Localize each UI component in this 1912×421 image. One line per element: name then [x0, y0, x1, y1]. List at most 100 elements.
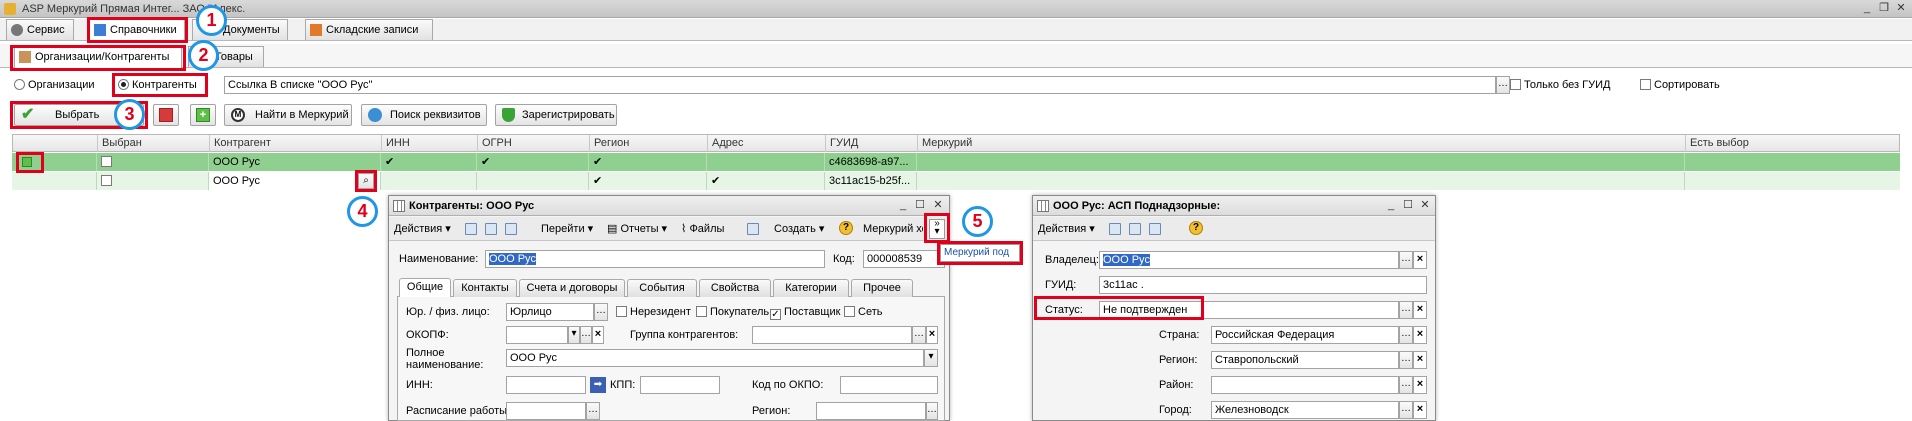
sort-checkbox[interactable]: Сортировать — [1640, 79, 1720, 91]
tab-service[interactable]: Сервис — [6, 19, 74, 40]
owner-input[interactable]: ООО Рус — [1099, 251, 1399, 269]
tab-general[interactable]: Общие — [399, 278, 451, 297]
remove-button[interactable] — [153, 104, 179, 126]
camera-icon[interactable] — [747, 223, 759, 235]
status-input[interactable]: Не подтвержден — [1099, 301, 1399, 319]
only-no-guid-checkbox[interactable]: Только без ГУИД — [1510, 79, 1610, 91]
tab-categories[interactable]: Категории — [773, 279, 849, 297]
guid-input[interactable]: 3c11ac . — [1099, 276, 1427, 294]
owner-select-button[interactable]: … — [1399, 251, 1413, 269]
region-input[interactable] — [816, 402, 926, 420]
table-row[interactable]: ООО Рус ✔ ✔ ✔ c4683698-a97... — [12, 153, 1900, 171]
col-mercury[interactable]: Меркурий — [917, 135, 1697, 152]
tab-accounts[interactable]: Счета и договоры — [519, 279, 625, 297]
reports-menu[interactable]: ▤ Отчеты ▾ — [607, 220, 667, 238]
asp-maximize-button[interactable]: ☐ — [1400, 198, 1416, 213]
copy-record-icon[interactable] — [505, 223, 517, 235]
name-input[interactable]: ООО Рус — [485, 250, 825, 268]
country-select-button[interactable]: … — [1399, 326, 1413, 344]
col-counterparty[interactable]: Контрагент — [209, 135, 381, 152]
actions-menu[interactable]: Действия ▾ — [394, 220, 451, 238]
find-details-button[interactable]: Поиск реквизитов — [361, 104, 487, 126]
asp-region-clear-button[interactable]: × — [1413, 351, 1427, 369]
window-maximize-button[interactable]: ☐ — [912, 198, 928, 213]
group-clear-button[interactable]: × — [926, 326, 938, 344]
district-clear-button[interactable]: × — [1413, 376, 1427, 394]
close-button[interactable]: ✕ — [1893, 1, 1909, 16]
city-input[interactable]: Железноводск — [1211, 401, 1399, 419]
radio-counterparties[interactable]: Контрагенты — [118, 79, 197, 91]
col-guid[interactable]: ГУИД — [825, 135, 917, 152]
filter-select-button[interactable]: … — [1496, 76, 1510, 94]
goto-menu[interactable]: Перейти ▾ — [541, 220, 593, 238]
district-select-button[interactable]: … — [1399, 376, 1413, 394]
code-input[interactable]: 000008539 — [863, 250, 945, 268]
radio-organizations[interactable]: Организации — [14, 79, 95, 91]
asp-actions-menu[interactable]: Действия ▾ — [1038, 220, 1095, 238]
help-icon[interactable]: ? — [839, 221, 853, 235]
schedule-input[interactable] — [506, 402, 586, 420]
minimize-button[interactable]: _ — [1859, 1, 1875, 16]
legal-type-input[interactable]: Юрлицо — [506, 303, 594, 321]
table-row[interactable]: ООО Рус ✔ ✔ 3c11ac15-b25f... — [12, 172, 1900, 190]
tab-directories[interactable]: Справочники — [89, 19, 185, 41]
tab-warehouse[interactable]: Складские записи — [305, 19, 433, 40]
help-icon[interactable]: ? — [1189, 221, 1203, 235]
okopf-input[interactable] — [506, 326, 568, 344]
col-selected[interactable]: Выбран — [97, 135, 189, 152]
col-region[interactable]: Регион — [589, 135, 707, 152]
toolbar-overflow-button[interactable]: » ▾ — [929, 219, 945, 239]
mercury-menu[interactable]: Меркурий хоз — [863, 220, 923, 238]
status-clear-button[interactable]: × — [1413, 301, 1427, 319]
mercury-submenu-item[interactable]: Меркурий под — [940, 244, 1020, 262]
copy-record-icon[interactable] — [1149, 223, 1161, 235]
inn-input[interactable] — [506, 376, 586, 394]
window-close-button[interactable]: ✕ — [930, 198, 946, 213]
network-checkbox[interactable]: Сеть — [844, 306, 882, 318]
col-has-choice[interactable]: Есть выбор — [1685, 135, 1901, 152]
group-input[interactable] — [752, 326, 912, 344]
fullname-input[interactable]: ООО Рус — [506, 349, 924, 367]
district-input[interactable] — [1211, 376, 1399, 394]
create-menu[interactable]: Создать ▾ — [774, 220, 824, 238]
save-record-icon[interactable] — [485, 223, 497, 235]
region-select-button[interactable]: … — [926, 402, 938, 420]
city-select-button[interactable]: … — [1399, 401, 1413, 419]
asp-close-button[interactable]: ✕ — [1417, 198, 1433, 213]
asp-region-select-button[interactable]: … — [1399, 351, 1413, 369]
owner-clear-button[interactable]: × — [1413, 251, 1427, 269]
nonresident-checkbox[interactable]: Нерезидент — [616, 306, 691, 318]
supplier-checkbox[interactable]: ✓ Поставщик — [770, 306, 840, 320]
tab-other[interactable]: Прочее — [851, 279, 913, 297]
selected-checkbox-cell[interactable] — [96, 153, 208, 171]
files-button[interactable]: ⌇ Файлы — [681, 220, 724, 238]
tab-properties[interactable]: Свойства — [699, 279, 771, 297]
city-clear-button[interactable]: × — [1413, 401, 1427, 419]
country-input[interactable]: Российская Федерация — [1211, 326, 1399, 344]
buyer-checkbox[interactable]: Покупатель — [696, 306, 769, 318]
save-record-icon[interactable] — [1129, 223, 1141, 235]
register-button[interactable]: Зарегистрировать — [495, 104, 617, 126]
add-button[interactable]: + — [190, 104, 216, 126]
fullname-dropdown-button[interactable]: ▾ — [924, 349, 938, 367]
counterparty-edit-cell[interactable]: ООО Рус — [208, 172, 380, 190]
okopf-dropdown-button[interactable]: ▾ — [568, 326, 580, 344]
group-select-button[interactable]: … — [912, 326, 926, 344]
tab-contacts[interactable]: Контакты — [453, 279, 517, 297]
okpo-input[interactable] — [840, 376, 938, 394]
kpp-input[interactable] — [640, 376, 720, 394]
col-ogrn[interactable]: ОГРН — [477, 135, 589, 152]
asp-minimize-button[interactable]: _ — [1383, 198, 1399, 213]
okopf-select-button[interactable]: … — [580, 326, 592, 344]
col-inn[interactable]: ИНН — [381, 135, 477, 152]
open-counterparty-button[interactable]: ⌕ — [358, 173, 374, 189]
asp-region-input[interactable]: Ставропольский — [1211, 351, 1399, 369]
filter-link-field[interactable]: Ссылка В списке "ООО Рус" — [224, 76, 1496, 94]
legal-type-select-button[interactable]: … — [594, 303, 608, 321]
find-in-mercury-button[interactable]: M Найти в Меркурий — [224, 104, 352, 126]
tab-organizations[interactable]: Организации/Контрагенты — [14, 46, 182, 68]
okopf-clear-button[interactable]: × — [592, 326, 604, 344]
selected-checkbox-cell[interactable] — [96, 172, 208, 190]
tab-events[interactable]: События — [627, 279, 697, 297]
col-address[interactable]: Адрес — [707, 135, 825, 152]
